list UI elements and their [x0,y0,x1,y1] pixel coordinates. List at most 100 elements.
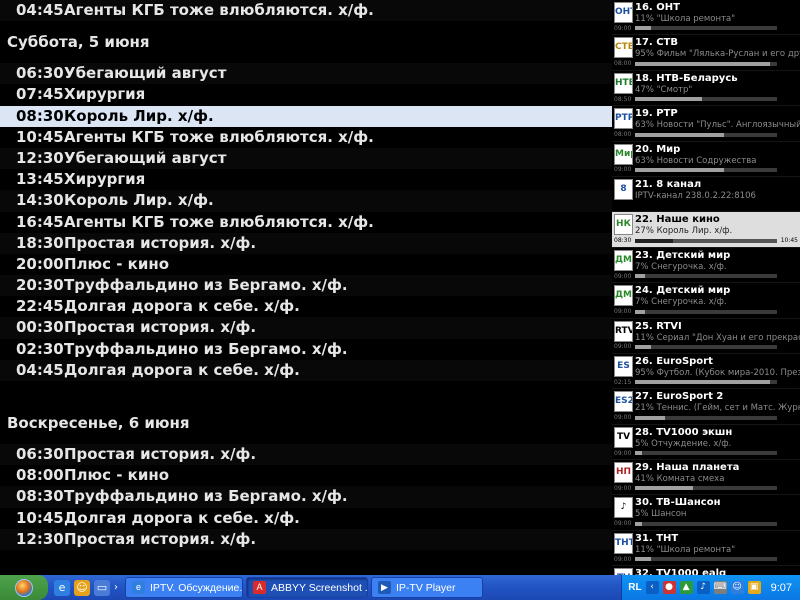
channel-current-show: 7% Снегурочка. х/ф. [635,297,727,308]
progress-fill [635,274,645,279]
schedule-row[interactable]: 20:30Труффальдино из Бергамо. х/ф. [0,275,612,297]
progress-fill [635,415,665,420]
channel-title: 16. ОНТ [635,2,680,13]
schedule-row[interactable]: 08:00Плюс - кино [0,465,612,487]
internet-explorer-icon[interactable]: e [54,579,70,596]
schedule-row[interactable]: 20:00Плюс - кино [0,253,612,276]
channel-item[interactable]: РТР 19. РТР 63% Новости "Пульс". Англоязыч… [612,106,800,142]
end-time: 10:45 [780,237,798,245]
schedule-row[interactable]: 14:30Король Лир. х/ф. [0,190,612,212]
channel-item[interactable]: ТНТ 31. ТНТ 11% "Школа ремонта" 09:00 [612,531,800,567]
channel-item[interactable]: TV 28. TV1000 экшн 5% Отчуждение. х/ф. 09:0… [612,425,800,461]
schedule-row[interactable]: 10:45Агенты КГБ тоже влюбляются. х/ф. [0,126,612,148]
schedule-time: 20:30 [16,276,64,295]
desktop-icon[interactable]: ▭ [94,579,110,596]
channel-item[interactable]: RTVI25. RTVI11% Сериал "Дон Хуан и его п… [612,319,800,354]
channel-logo-icon: РТР [614,108,633,130]
channel-item[interactable]: ES 26. EuroSport 95% Футбол. (Кубок мира-2… [612,354,800,390]
schedule-row[interactable]: 18:30Простая история. х/ф. [0,232,612,254]
schedule-title: Плюс - кино [64,254,170,273]
schedule-row[interactable]: 07:45Хирургия [0,84,612,106]
messenger-tray-icon[interactable]: ☺ [730,581,744,594]
schedule-row[interactable]: 08:30Король Лир. х/ф. [0,105,612,127]
channel-item[interactable]: ES2 27. EuroSport 2 21% Теннис. (Гейм, сет… [612,389,800,425]
schedule-title: Хирургия [64,85,146,104]
channel-current-show: 7% Снегурочка. х/ф. [635,261,727,272]
messenger-icon[interactable]: ☺ [74,579,90,596]
network-icon[interactable]: ▲ [679,581,693,594]
schedule-row[interactable]: 00:30Простая история. х/ф. [0,317,612,339]
channel-item[interactable]: НП 29. Наша планета 41% Комната смеха 09:00 [612,460,800,496]
channel-item[interactable]: Мир20. Мир63% Новости Содружества09:00 [612,142,800,177]
channel-current-show: IPTV-канал 238.0.2.22:8106 [635,190,756,201]
schedule-row[interactable]: 04:45Агенты КГБ тоже влюбляются. х/ф. [0,0,612,22]
channel-item[interactable]: ОНТ16. ОНТ11% "Школа ремонта"09:00 [612,0,800,36]
volume-icon[interactable]: ♪ [696,581,710,594]
channel-title: 22. Наше кино [635,214,720,226]
progress-track [635,521,777,526]
taskbar-button-label: IP-TV Player [396,581,456,594]
schedule-row[interactable]: 16:45Агенты КГБ тоже влюбляются. х/ф. [0,211,612,233]
channel-logo-icon: ТНТ [614,532,633,554]
start-time: 09:00 [614,555,632,563]
schedule-time: 10:45 [16,127,64,146]
start-time: 08:50 [614,95,632,103]
schedule-row[interactable]: 06:30Простая история. х/ф. [0,444,612,466]
taskbar-button[interactable]: ▶ IP-TV Player [371,577,483,598]
app-icon: e [132,581,145,594]
channel-progress: 08:30 10:45 [614,237,798,245]
channel-item[interactable]: ДМ 23. Детский мир 7% Снегурочка. х/ф. 09:0… [612,248,800,284]
channel-item[interactable]: ДМ 24. Детский мир 7% Снегурочка. х/ф. 09:0… [612,283,800,319]
start-time: 09:00 [614,272,632,280]
folder-icon[interactable]: ▣ [747,581,761,594]
channel-title: 23. Детский мир [635,249,731,261]
taskbar-button-label: IPTV. Обсуждение. ... [150,581,243,594]
channel-item[interactable]: ♪ 30. ТВ-Шансон 5% Шансон 09:00 [612,495,800,531]
schedule-time: 18:30 [16,233,64,252]
taskbar-button[interactable]: A ABBYY Screenshot ... [246,577,368,598]
channel-item[interactable]: НК 22. Наше кино 27% Король Лир. х/ф. 08:30… [612,212,800,248]
progress-track [635,274,777,279]
schedule-title: Долгая дорога к себе. х/ф. [64,297,300,316]
schedule-title: Агенты КГБ тоже влюбляются. х/ф. [64,1,374,19]
antivirus-icon[interactable]: ● [662,581,676,594]
epg-schedule[interactable]: 04:45Агенты КГБ тоже влюбляются. х/ф. Су… [0,0,612,575]
progress-track [635,451,777,456]
channel-progress: 09:00 [614,343,798,351]
taskbar-button[interactable]: e IPTV. Обсуждение. ... [125,577,243,598]
progress-track [635,167,777,172]
progress-track [635,97,777,102]
schedule-row[interactable]: 02:30Труффальдино из Бергамо. х/ф. [0,338,612,360]
channel-title: 27. EuroSport 2 [635,391,724,403]
channel-logo-icon: 8 [614,178,633,200]
channel-item[interactable]: 8 21. 8 канал IPTV-канал 238.0.2.22:8106 [612,177,800,213]
channel-item[interactable]: НТВ18. НТВ-Беларусь47% "Смотр"08:50 [612,71,800,107]
channel-progress: 09:00 [614,272,798,280]
schedule-row[interactable]: 10:45Долгая дорога к себе. х/ф. [0,507,612,529]
channel-current-show: 11% Сериал "Дон Хуан и его прекрасная [635,332,800,343]
schedule-title: Король Лир. х/ф. [64,191,214,210]
progress-track [635,26,777,31]
schedule-row[interactable]: 08:30Труффальдино из Бергамо. х/ф. [0,486,612,508]
channel-item[interactable]: СТВ 17. СТВ 95% Фильм "Лялька-Руслан и его… [612,35,800,71]
back-arrow-icon[interactable]: ‹ [645,581,659,594]
schedule-title: Простая история. х/ф. [64,233,257,252]
start-time: 09:00 [614,308,632,316]
schedule-row[interactable]: 22:45Долгая дорога к себе. х/ф. [0,296,612,318]
schedule-time: 13:45 [16,170,64,189]
channel-list[interactable]: ОНТ16. ОНТ11% "Школа ремонта"09:00СТВ17.… [612,0,800,575]
channel-item[interactable]: TV32. TV1000 ealg [612,566,800,575]
schedule-row[interactable]: 04:45Долгая дорога к себе. х/ф. [0,359,612,381]
chevron-right-icon[interactable]: › [114,582,118,593]
day-header: Суббота, 5 июня [0,21,612,64]
schedule-row[interactable]: 06:30Убегающий август [0,63,612,85]
keyboard-icon[interactable]: ⌨ [713,581,727,594]
schedule-row[interactable]: 13:45Хирургия [0,169,612,191]
progress-fill [635,132,725,137]
schedule-title: Король Лир. х/ф. [64,106,214,125]
start-button[interactable] [0,575,48,600]
schedule-row[interactable]: 12:30Простая история. х/ф. [0,528,612,550]
language-indicator[interactable]: RL [628,582,641,593]
channel-progress: 09:00 [614,555,798,563]
schedule-row[interactable]: 12:30Убегающий август [0,147,612,170]
